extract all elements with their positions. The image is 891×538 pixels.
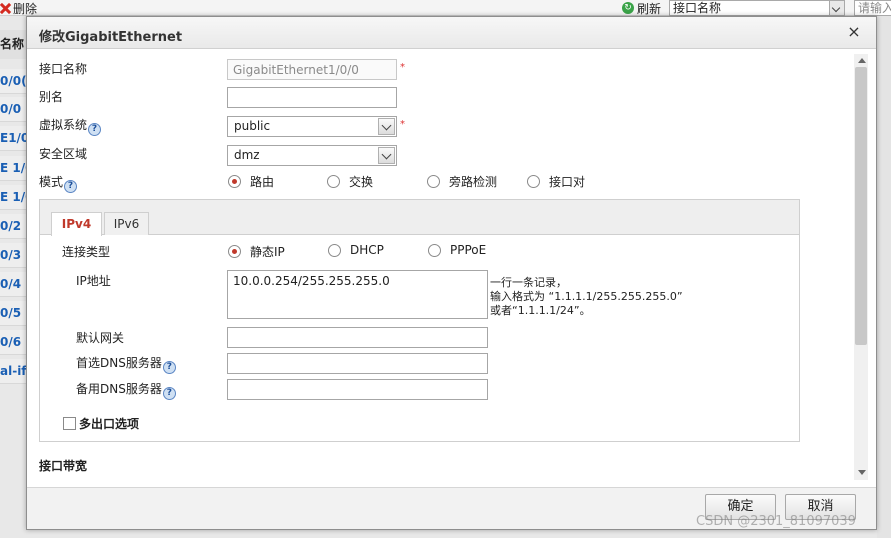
mode-option-label: 路由 bbox=[250, 175, 275, 189]
tab-ipv4[interactable]: IPv4 bbox=[51, 212, 102, 236]
hint-line: 或者“1.1.1.1/24”。 bbox=[490, 304, 591, 317]
checkbox-icon[interactable] bbox=[63, 417, 76, 430]
delete-label: 删除 bbox=[13, 1, 38, 16]
vsys-label-text: 虚拟系统 bbox=[39, 118, 88, 132]
hint-line: 一行一条记录， bbox=[490, 276, 567, 289]
conn-option-dhcp[interactable]: DHCP bbox=[328, 243, 384, 257]
search-field-value: 接口名称 bbox=[673, 1, 722, 15]
close-icon[interactable]: × bbox=[845, 23, 863, 41]
search-field-select[interactable]: 接口名称 bbox=[669, 0, 845, 16]
mode-option-label: 交换 bbox=[349, 175, 374, 189]
chevron-down-icon[interactable] bbox=[378, 147, 395, 164]
zone-select[interactable]: dmz bbox=[227, 145, 397, 166]
required-mark: * bbox=[400, 119, 405, 130]
scroll-down-icon[interactable] bbox=[854, 467, 868, 479]
tab-bar: IPv4 IPv6 bbox=[40, 200, 799, 236]
search-input[interactable]: 请输入 bbox=[854, 0, 891, 16]
dialog-body: 接口名称 * 别名 虚拟系统? public * 安全区域 dmz 模式? 路由… bbox=[27, 50, 876, 486]
table-row[interactable]: E 1/0 bbox=[0, 185, 28, 210]
table-row[interactable]: al-if0 bbox=[0, 359, 28, 384]
chevron-down-icon[interactable] bbox=[829, 1, 844, 15]
radio-checked-icon[interactable] bbox=[228, 245, 241, 258]
vsys-value: public bbox=[234, 119, 271, 133]
delete-icon bbox=[0, 3, 11, 14]
edit-interface-dialog: 修改GigabitEthernet × 接口名称 * 别名 虚拟系统? publ… bbox=[26, 16, 877, 530]
table-row[interactable]: 0/6 bbox=[0, 330, 28, 355]
vsys-select[interactable]: public bbox=[227, 116, 397, 137]
alias-field[interactable] bbox=[227, 87, 397, 108]
multi-exit-label: 多出口选项 bbox=[79, 417, 140, 431]
mode-option-switch[interactable]: 交换 bbox=[327, 173, 373, 190]
conn-option-static[interactable]: 静态IP bbox=[228, 243, 285, 260]
hint-line: 输入格式为 “1.1.1.1/255.255.255.0” bbox=[490, 290, 683, 303]
ip-address-label: IP地址 bbox=[76, 274, 111, 288]
alias-label: 别名 bbox=[39, 90, 64, 104]
conn-option-pppoe[interactable]: PPPoE bbox=[428, 243, 486, 257]
bandwidth-section-label: 接口带宽 bbox=[39, 459, 88, 473]
mode-option-label: 接口对 bbox=[549, 175, 586, 189]
tab-ipv6[interactable]: IPv6 bbox=[104, 212, 149, 235]
refresh-icon: ↻ bbox=[622, 2, 634, 14]
gateway-label: 默认网关 bbox=[76, 331, 125, 345]
scroll-thumb[interactable] bbox=[855, 67, 867, 345]
radio-checked-icon[interactable] bbox=[228, 175, 241, 188]
mode-label-text: 模式 bbox=[39, 175, 64, 189]
table-row[interactable]: 0/0(G bbox=[0, 69, 28, 94]
conn-option-label: DHCP bbox=[350, 243, 384, 257]
interface-name-label: 接口名称 bbox=[39, 62, 88, 76]
table-row[interactable]: 0/3 bbox=[0, 243, 28, 268]
ip-settings-panel: IPv4 IPv6 连接类型 静态IP DHCP PPPoE IP地址 10.0… bbox=[39, 199, 800, 442]
connection-type-label: 连接类型 bbox=[62, 245, 111, 259]
mode-option-route[interactable]: 路由 bbox=[228, 173, 274, 190]
table-row[interactable]: 0/0 bbox=[0, 97, 28, 122]
table-row[interactable]: E 1/0 bbox=[0, 156, 28, 181]
secondary-dns-label-text: 备用DNS服务器 bbox=[76, 382, 162, 396]
mode-option-bypass[interactable]: 旁路检测 bbox=[427, 173, 497, 190]
dialog-header: 修改GigabitEthernet × bbox=[27, 17, 876, 49]
background-edge bbox=[877, 16, 891, 538]
secondary-dns-label: 备用DNS服务器? bbox=[76, 380, 176, 400]
help-icon[interactable]: ? bbox=[162, 387, 176, 400]
refresh-label: 刷新 bbox=[637, 1, 662, 16]
background-toolbar: 删除 ↻ 刷新 接口名称 请输入 bbox=[0, 0, 891, 16]
refresh-button[interactable]: ↻ 刷新 bbox=[622, 0, 661, 16]
delete-button[interactable]: 删除 bbox=[0, 0, 37, 16]
table-row[interactable]: 0/5 bbox=[0, 301, 28, 326]
multi-exit-option[interactable]: 多出口选项 bbox=[63, 415, 139, 432]
primary-dns-label-text: 首选DNS服务器 bbox=[76, 356, 162, 370]
chevron-down-icon[interactable] bbox=[378, 118, 395, 135]
conn-option-label: PPPoE bbox=[450, 243, 487, 257]
table-row[interactable]: 0/2 bbox=[0, 214, 28, 239]
interface-name-field bbox=[227, 59, 397, 80]
scroll-up-icon[interactable] bbox=[854, 54, 868, 66]
primary-dns-label: 首选DNS服务器? bbox=[76, 354, 176, 374]
secondary-dns-field[interactable] bbox=[227, 379, 488, 400]
ip-format-hint: 一行一条记录， 输入格式为 “1.1.1.1/255.255.255.0” 或者… bbox=[490, 276, 683, 318]
radio-icon[interactable] bbox=[327, 175, 340, 188]
radio-icon[interactable] bbox=[428, 243, 441, 257]
dialog-scrollbar[interactable] bbox=[854, 54, 868, 480]
help-icon[interactable]: ? bbox=[64, 180, 78, 193]
help-icon[interactable]: ? bbox=[88, 123, 102, 136]
zone-value: dmz bbox=[234, 148, 260, 162]
required-mark: * bbox=[400, 62, 405, 73]
radio-icon[interactable] bbox=[527, 175, 540, 188]
primary-dns-field[interactable] bbox=[227, 353, 488, 374]
dialog-title: 修改GigabitEthernet bbox=[39, 30, 183, 45]
help-icon[interactable]: ? bbox=[162, 361, 176, 374]
grid-header-name: 名称 bbox=[0, 30, 28, 59]
radio-icon[interactable] bbox=[427, 175, 440, 188]
vsys-label: 虚拟系统? bbox=[39, 116, 102, 136]
mode-option-label: 旁路检测 bbox=[449, 175, 498, 189]
mode-label: 模式? bbox=[39, 173, 78, 193]
ip-address-field[interactable]: 10.0.0.254/255.255.255.0 bbox=[227, 270, 488, 319]
conn-option-label: 静态IP bbox=[250, 245, 285, 259]
table-row[interactable]: E1/0/1 bbox=[0, 126, 28, 151]
radio-icon[interactable] bbox=[328, 243, 341, 257]
zone-label: 安全区域 bbox=[39, 147, 88, 161]
table-row[interactable]: 0/4 bbox=[0, 272, 28, 297]
gateway-field[interactable] bbox=[227, 327, 488, 348]
watermark: CSDN @2301_81097039 bbox=[696, 514, 856, 529]
mode-option-pair[interactable]: 接口对 bbox=[527, 173, 585, 190]
